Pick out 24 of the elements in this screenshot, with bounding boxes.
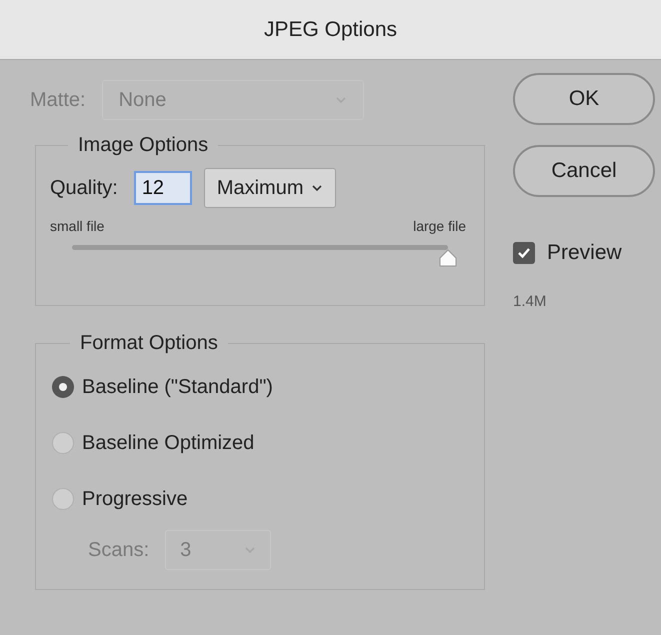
file-size: 1.4M [513, 292, 548, 312]
slider-max-label: large file [413, 217, 466, 236]
radio-option[interactable]: Progressive [52, 482, 468, 516]
slider-thumb[interactable] [438, 249, 458, 267]
quality-preset-dropdown[interactable]: Maximum [204, 168, 336, 208]
preview-checkbox[interactable]: Preview [513, 237, 655, 268]
quality-label: Quality: [50, 176, 118, 201]
section-title: Format Options [80, 332, 218, 354]
radio-option[interactable]: Baseline Optimized [52, 426, 468, 460]
dialog-button[interactable]: Cancel [513, 145, 655, 197]
checkmark-icon [517, 246, 531, 259]
radio-button[interactable] [52, 432, 74, 454]
slider-min-label: small file [50, 217, 104, 236]
matte-label: Matte: [30, 88, 86, 113]
scans-label: Scans: [88, 538, 150, 563]
checkbox[interactable] [513, 242, 535, 264]
dialog-button[interactable]: OK [513, 73, 655, 125]
radio-button[interactable] [52, 376, 74, 398]
radio-option[interactable]: Baseline ("Standard") [52, 370, 468, 404]
chevron-down-icon [311, 184, 324, 192]
window-title: JPEG Options [264, 16, 398, 43]
radio-button[interactable] [52, 488, 74, 510]
section-title: Image Options [78, 134, 208, 156]
quality-field[interactable]: 12 [134, 171, 192, 205]
